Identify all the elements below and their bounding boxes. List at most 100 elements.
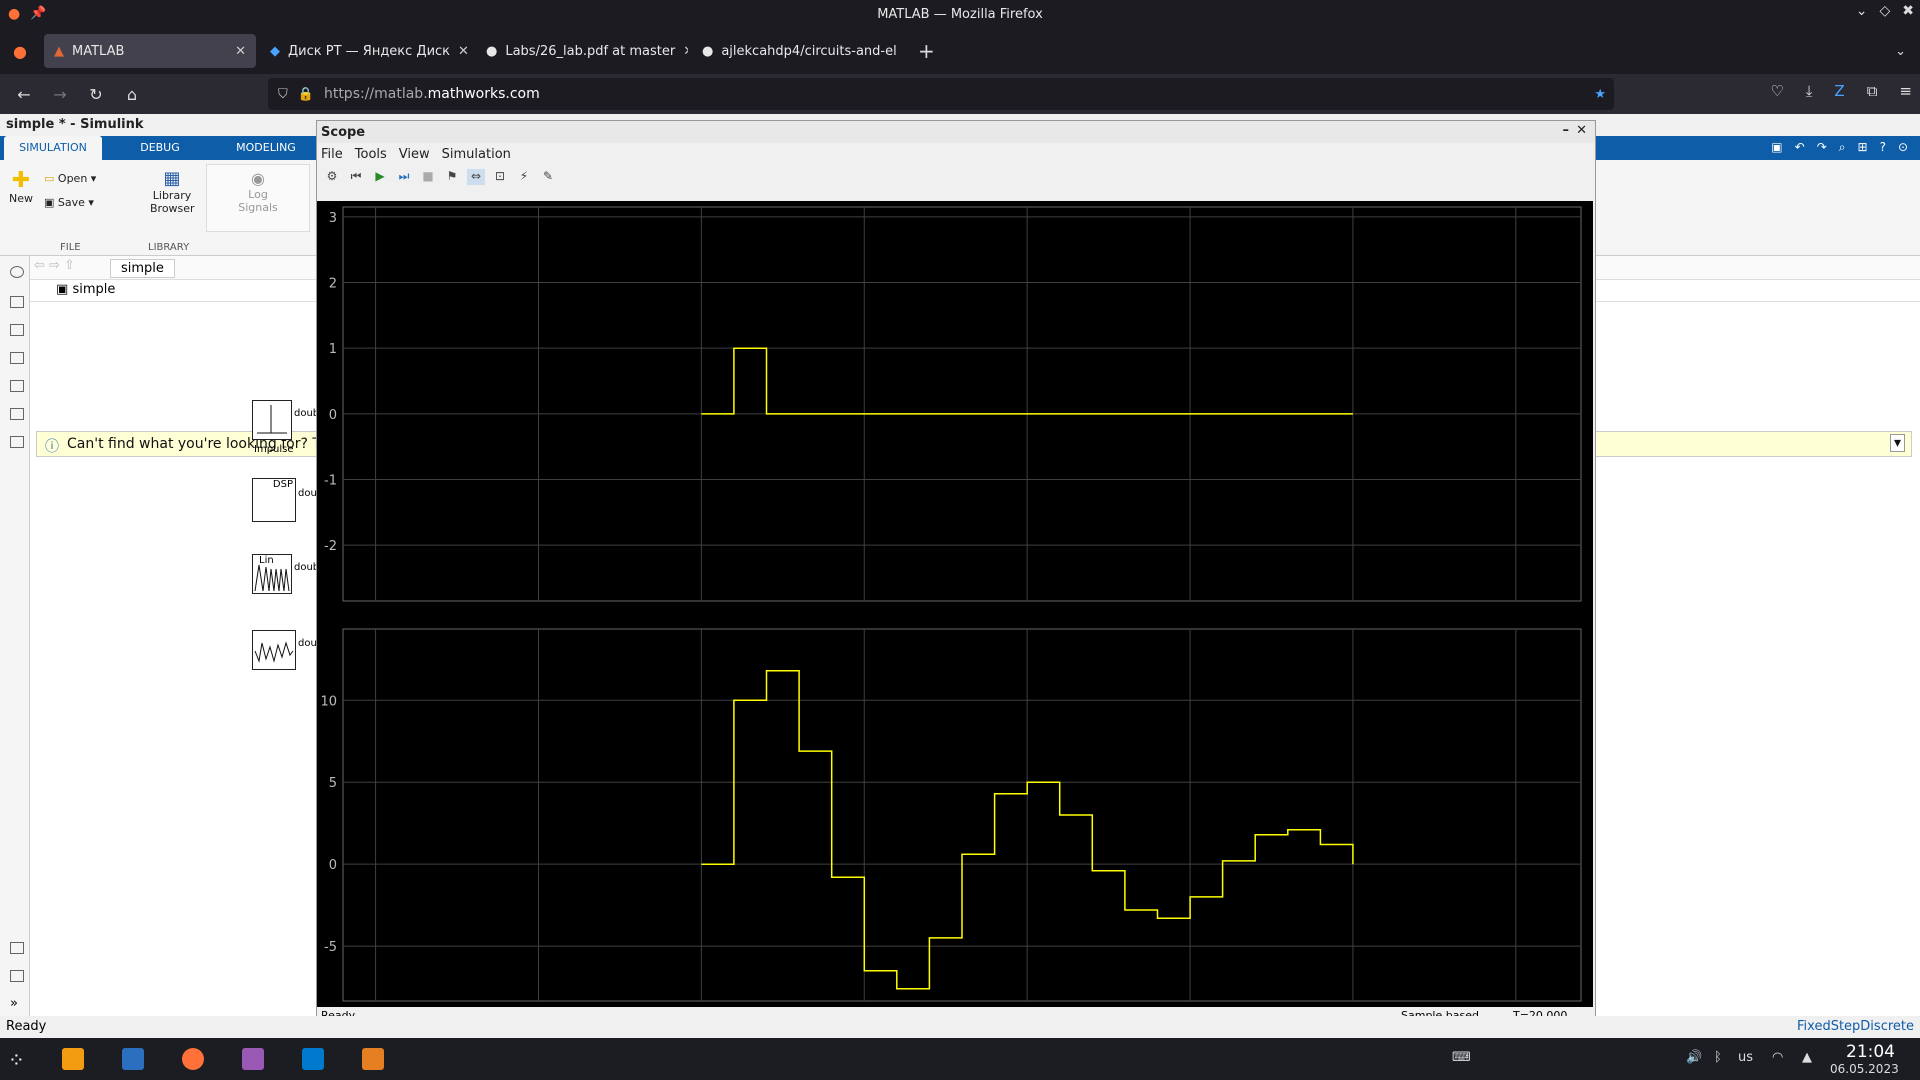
solver-status[interactable]: FixedStepDiscrete	[1797, 1019, 1914, 1034]
dsp-block[interactable]: DSP	[252, 478, 296, 522]
close-tab-icon[interactable]: ✕	[235, 44, 246, 59]
volume-icon[interactable]: 🔊	[1686, 1050, 1702, 1065]
terminal-icon[interactable]	[122, 1048, 144, 1070]
keyboard-layout[interactable]: us	[1738, 1050, 1753, 1065]
tab-modeling[interactable]: MODELING	[222, 136, 310, 160]
properties-icon[interactable]	[10, 970, 24, 982]
open-button[interactable]: ▭ Open ▾	[44, 172, 96, 185]
impulse-glyph	[257, 405, 287, 434]
fit-view-icon[interactable]	[10, 324, 24, 336]
wifi-icon[interactable]: ◠	[1772, 1050, 1783, 1065]
store-icon[interactable]	[242, 1048, 264, 1070]
save-button[interactable]: ▣ Save ▾	[44, 196, 94, 209]
menu-file[interactable]: File	[321, 147, 343, 162]
bookmark-star-icon[interactable]: ★	[1594, 87, 1606, 102]
zoom-icon[interactable]: ⊞	[1858, 140, 1868, 155]
scope-plot-area: -2-10123-50510-10-50510152025	[317, 201, 1593, 1023]
scope-close-icon[interactable]: ✕	[1576, 123, 1587, 138]
collapse-icon[interactable]: ⊙	[1898, 140, 1908, 155]
back-nav-icon[interactable]: ⇦ ⇨ ⇧	[34, 258, 75, 273]
info-dropdown-icon[interactable]: ▾	[1889, 434, 1905, 452]
library-browser-button[interactable]: ▦ Library Browser	[150, 168, 195, 215]
expand-icon[interactable]: »	[10, 996, 18, 1011]
new-tab-icon[interactable]: +	[918, 39, 935, 63]
menu-icon[interactable]: ≡	[1899, 82, 1912, 100]
noise-block[interactable]	[252, 630, 296, 670]
tab-debug[interactable]: DEBUG	[120, 136, 200, 160]
arrange-icon[interactable]	[10, 352, 24, 364]
taskbar: ⁘ ⌨ 🔊 ᛒ us ◠ ▲ 21:04 06.05.2023	[0, 1038, 1920, 1080]
search-icon[interactable]: ⌕	[1839, 140, 1846, 155]
log-signals-label-2: Signals	[238, 201, 278, 214]
run-icon[interactable]: ▶	[371, 169, 389, 185]
library-browser-label-2: Browser	[150, 202, 195, 215]
pin-icon[interactable]: 📌	[30, 6, 46, 22]
monitor-icon[interactable]	[362, 1048, 384, 1070]
new-button[interactable]: ✚ New	[8, 170, 34, 206]
matlab-icon: ▲	[54, 43, 64, 59]
tab-label: Диск РТ — Яндекс Диск	[288, 43, 451, 59]
tab-yandex-disk[interactable]: ◆ Диск РТ — Яндекс Диск ✕	[260, 34, 472, 68]
pocket-icon[interactable]: ♡	[1770, 82, 1783, 100]
scope-menubar: File Tools View Simulation	[317, 143, 1595, 165]
close-tab-icon[interactable]: ✕	[683, 44, 688, 59]
firefox-menu-icon[interactable]: ●	[0, 42, 40, 61]
close-tab-icon[interactable]: ✕	[458, 44, 469, 59]
edit-icon[interactable]: ✎	[539, 169, 557, 185]
forward-icon[interactable]: →	[42, 85, 78, 104]
highlight-icon[interactable]: ⚑	[443, 169, 461, 185]
zoom-axes-icon[interactable]: ⇔	[467, 169, 485, 185]
back-icon[interactable]: ←	[6, 85, 42, 104]
image-icon[interactable]	[10, 408, 24, 420]
files-icon[interactable]	[62, 1048, 84, 1070]
screenshot-icon[interactable]	[10, 942, 24, 954]
shield-icon[interactable]: ⛉	[278, 87, 288, 102]
tab-github-lab[interactable]: ● Labs/26_lab.pdf at master ✕	[476, 34, 688, 68]
menu-view[interactable]: View	[399, 147, 430, 162]
tray-expand-icon[interactable]: ▲	[1802, 1050, 1812, 1065]
maximize-icon[interactable]: ◇	[1879, 3, 1890, 19]
url-bar[interactable]: ⛉ 🔒 https://matlab.mathworks.com ★	[268, 78, 1614, 110]
undo-icon[interactable]: ↶	[1795, 140, 1805, 155]
menu-simulation[interactable]: Simulation	[442, 147, 511, 162]
home-icon[interactable]: ⌂	[114, 85, 150, 104]
step-forward-icon[interactable]: ⏭	[395, 169, 413, 185]
stop-icon[interactable]: ■	[419, 169, 437, 185]
scope-toolbar: ⚙ ⏮ ▶ ⏭ ■ ⚑ ⇔ ⊡ ⚡ ✎	[317, 167, 1595, 189]
tab-matlab[interactable]: ▲ MATLAB ✕	[44, 34, 256, 68]
impulse-block[interactable]	[252, 400, 292, 440]
triggers-icon[interactable]: ⚡	[515, 169, 533, 185]
log-signals-button[interactable]: ◉ Log Signals	[206, 164, 310, 232]
save-icon[interactable]: ▣	[1771, 140, 1782, 155]
clock-date[interactable]: 06.05.2023	[1830, 1062, 1899, 1076]
keyboard-icon[interactable]: ⌨	[1452, 1050, 1471, 1065]
hide-browser-icon[interactable]	[10, 266, 24, 278]
help-icon[interactable]: ?	[1880, 140, 1886, 155]
scope-minimize-icon[interactable]: –	[1563, 123, 1570, 138]
area-icon[interactable]	[10, 436, 24, 448]
close-window-icon[interactable]: ✖	[1902, 3, 1914, 19]
autoscale-icon[interactable]: ⊡	[491, 169, 509, 185]
breadcrumb[interactable]: simple	[110, 259, 175, 278]
annotation-icon[interactable]	[10, 380, 24, 392]
firefox-taskbar-icon[interactable]	[182, 1048, 204, 1070]
reload-icon[interactable]: ↻	[78, 85, 114, 104]
menu-tools[interactable]: Tools	[355, 147, 387, 162]
redo-icon[interactable]: ↷	[1817, 140, 1827, 155]
bluetooth-icon[interactable]: ᛒ	[1714, 1050, 1722, 1065]
downloads-icon[interactable]: ⤓	[1806, 82, 1813, 100]
lin-block[interactable]: Lin	[252, 554, 292, 594]
tab-list-icon[interactable]: ⌄	[1895, 44, 1906, 59]
settings-icon[interactable]: ⚙	[323, 169, 341, 185]
tab-simulation[interactable]: SIMULATION	[4, 136, 102, 160]
step-back-icon[interactable]: ⏮	[347, 169, 365, 185]
app-launcher-icon[interactable]: ⁘	[8, 1048, 30, 1072]
tab-github-circuits[interactable]: ● ajlekcahdp4/circuits-and-el ✕	[692, 34, 904, 68]
clock-time[interactable]: 21:04	[1846, 1042, 1895, 1062]
vscode-icon[interactable]	[302, 1048, 324, 1070]
lock-icon[interactable]: 🔒	[298, 87, 314, 102]
zoom-icon[interactable]	[10, 296, 24, 308]
extensions-icon[interactable]: ⧉	[1867, 82, 1878, 100]
minimize-icon[interactable]: ⌄	[1856, 3, 1868, 19]
extension-z-icon[interactable]: Z	[1834, 82, 1844, 100]
